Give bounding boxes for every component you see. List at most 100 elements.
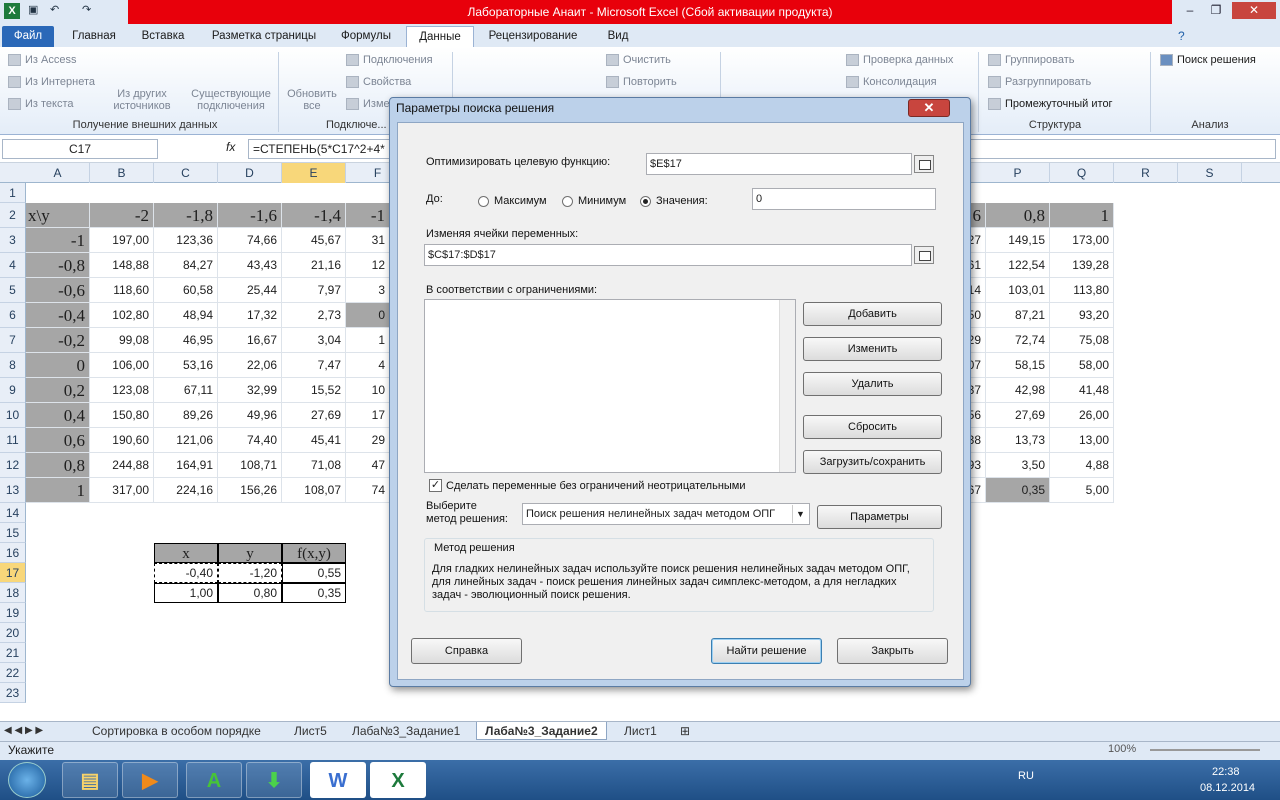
small-table-cell[interactable]: 0,55 <box>282 563 346 583</box>
grid-cell-a[interactable]: 0,4 <box>26 403 90 428</box>
minimize-button[interactable]: – <box>1178 2 1202 19</box>
grid-cell-e[interactable]: 108,07 <box>282 478 346 503</box>
grid-cell-f[interactable]: 1 <box>346 328 390 353</box>
grid-cell-c[interactable]: 123,36 <box>154 228 218 253</box>
close-button[interactable]: Закрыть <box>837 638 948 664</box>
radio-value-of-label[interactable]: Значения: <box>656 195 708 207</box>
header-cell-f[interactable]: -1 <box>346 203 390 228</box>
grid-cell-e[interactable]: 45,67 <box>282 228 346 253</box>
tab-data[interactable]: Данные <box>406 26 474 47</box>
change-constraint-button[interactable]: Изменить <box>803 337 942 361</box>
word-taskbar-icon[interactable]: W <box>310 762 366 798</box>
small-table-cell[interactable]: 0,35 <box>282 583 346 603</box>
grid-cell-f[interactable]: 0 <box>346 303 390 328</box>
clock-time[interactable]: 22:38 <box>1212 766 1240 778</box>
grid-cell-q[interactable]: 113,80 <box>1050 278 1114 303</box>
grid-cell-p[interactable]: 13,73 <box>986 428 1050 453</box>
maximize-button[interactable]: ❐ <box>1204 2 1228 19</box>
explorer-taskbar-icon[interactable]: ▤ <box>62 762 118 798</box>
row-header[interactable]: 23 <box>0 683 26 703</box>
grid-cell-p[interactable]: 87,21 <box>986 303 1050 328</box>
grid-cell-p[interactable]: 149,15 <box>986 228 1050 253</box>
grid-cell-a[interactable]: -1 <box>26 228 90 253</box>
close-window-button[interactable]: ✕ <box>1232 2 1276 19</box>
row-header[interactable]: 5 <box>0 278 26 303</box>
from-web-button[interactable]: Из Интернета <box>8 76 95 89</box>
grid-cell-d[interactable]: 17,32 <box>218 303 282 328</box>
grid-cell-f[interactable]: 3 <box>346 278 390 303</box>
tab-review[interactable]: Рецензирование <box>482 26 584 47</box>
help-icon[interactable]: ? <box>1178 29 1185 43</box>
undo-icon[interactable]: ↶ <box>50 3 66 19</box>
grid-cell-e[interactable]: 2,73 <box>282 303 346 328</box>
zoom-slider[interactable] <box>1150 749 1260 751</box>
grid-cell-f[interactable]: 31 <box>346 228 390 253</box>
nonnegative-checkbox[interactable]: ✓ <box>429 479 442 492</box>
grid-cell-q[interactable]: 75,08 <box>1050 328 1114 353</box>
header-cell-d[interactable]: -1,6 <box>218 203 282 228</box>
zoom-level[interactable]: 100% <box>1108 743 1136 755</box>
header-cell-q[interactable]: 1 <box>1050 203 1114 228</box>
column-header-a[interactable]: A <box>26 163 90 183</box>
grid-cell-c[interactable]: 164,91 <box>154 453 218 478</box>
dialog-close-button[interactable]: ✕ <box>908 99 950 117</box>
download-taskbar-icon[interactable]: ⬇ <box>246 762 302 798</box>
grid-cell-f[interactable]: 74 <box>346 478 390 503</box>
grid-cell-b[interactable]: 118,60 <box>90 278 154 303</box>
row-header[interactable]: 1 <box>0 183 26 203</box>
grid-cell-a[interactable]: -0,8 <box>26 253 90 278</box>
row-header[interactable]: 21 <box>0 643 26 663</box>
tab-view[interactable]: Вид <box>596 26 640 47</box>
grid-cell-q[interactable]: 41,48 <box>1050 378 1114 403</box>
help-button[interactable]: Справка <box>411 638 522 664</box>
sheet-tab-lab3-task1[interactable]: Лаба№3_Задание1 <box>352 722 460 740</box>
tab-page-layout[interactable]: Разметка страницы <box>204 26 324 47</box>
grid-cell-c[interactable]: 224,16 <box>154 478 218 503</box>
tab-file[interactable]: Файл <box>2 26 54 47</box>
row-header[interactable]: 13 <box>0 478 26 503</box>
row-header[interactable]: 12 <box>0 453 26 478</box>
language-indicator[interactable]: RU <box>1018 770 1034 782</box>
grid-cell-q[interactable]: 26,00 <box>1050 403 1114 428</box>
grid-cell-p[interactable]: 72,74 <box>986 328 1050 353</box>
column-header-r[interactable]: R <box>1114 163 1178 183</box>
data-validation-button[interactable]: Проверка данных <box>846 54 953 67</box>
from-access-button[interactable]: Из Access <box>8 54 76 67</box>
column-header-b[interactable]: B <box>90 163 154 183</box>
row-header[interactable]: 8 <box>0 353 26 378</box>
row-header[interactable]: 14 <box>0 503 26 523</box>
grid-cell-q[interactable]: 58,00 <box>1050 353 1114 378</box>
row-header[interactable]: 6 <box>0 303 26 328</box>
grid-cell-q[interactable]: 173,00 <box>1050 228 1114 253</box>
header-cell-b[interactable]: -2 <box>90 203 154 228</box>
grid-cell-q[interactable]: 139,28 <box>1050 253 1114 278</box>
radio-min-label[interactable]: Минимум <box>578 195 626 207</box>
grid-cell-d[interactable]: 74,66 <box>218 228 282 253</box>
grid-cell-p[interactable]: 3,50 <box>986 453 1050 478</box>
grid-cell-f[interactable]: 10 <box>346 378 390 403</box>
small-table-header[interactable]: y <box>218 543 282 563</box>
row-header[interactable]: 7 <box>0 328 26 353</box>
grid-cell-d[interactable]: 22,06 <box>218 353 282 378</box>
grid-cell-f[interactable]: 12 <box>346 253 390 278</box>
new-sheet-icon[interactable]: ⊞ <box>680 722 690 740</box>
chevron-down-icon[interactable]: ▼ <box>792 505 808 523</box>
grid-cell-q[interactable]: 13,00 <box>1050 428 1114 453</box>
small-table-cell[interactable]: 1,00 <box>154 583 218 603</box>
properties-button[interactable]: Свойства <box>346 76 411 89</box>
refresh-all-button[interactable]: Обновить все <box>282 88 342 112</box>
grid-cell-a[interactable]: -0,2 <box>26 328 90 353</box>
tab-formulas[interactable]: Формулы <box>334 26 398 47</box>
column-header-c[interactable]: C <box>154 163 218 183</box>
sheet-tab-list5[interactable]: Лист5 <box>294 722 327 740</box>
grid-cell-p[interactable]: 103,01 <box>986 278 1050 303</box>
row-header[interactable]: 10 <box>0 403 26 428</box>
row-header[interactable]: 17 <box>0 563 26 583</box>
solver-button[interactable]: Поиск решения <box>1160 54 1256 67</box>
small-table-cell[interactable]: -0,40 <box>154 563 218 583</box>
from-other-sources-button[interactable]: Из других источников <box>104 88 180 112</box>
small-table-header[interactable]: x <box>154 543 218 563</box>
grid-cell-p[interactable]: 0,35 <box>986 478 1050 503</box>
subtotal-button[interactable]: Промежуточный итог <box>988 98 1113 111</box>
header-cell-c[interactable]: -1,8 <box>154 203 218 228</box>
